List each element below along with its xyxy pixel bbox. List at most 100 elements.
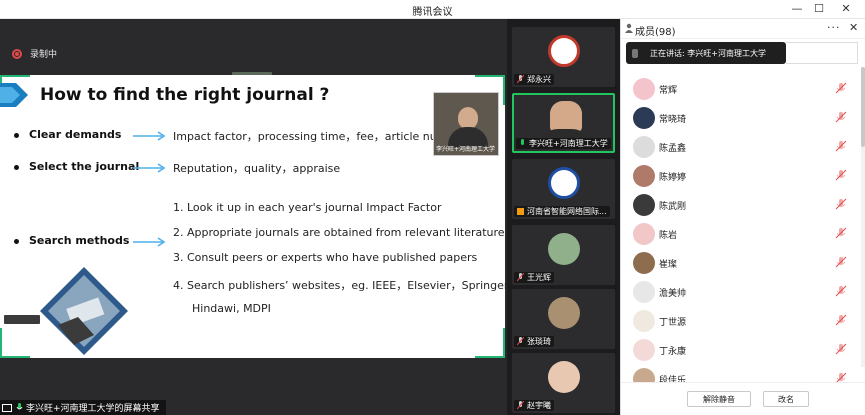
member-row[interactable]: 丁世源 bbox=[621, 307, 865, 335]
avatar bbox=[633, 223, 655, 245]
member-name: 陈孟鑫 bbox=[659, 144, 687, 154]
slide-title: How to find the right journal ? bbox=[40, 85, 330, 105]
member-name: 常晓琦 bbox=[659, 115, 687, 125]
member-name: 陈岩 bbox=[659, 231, 678, 241]
member-row[interactable]: 丁永康 bbox=[621, 336, 865, 364]
members-footer: 解除静音 改名 bbox=[621, 382, 865, 415]
slide-corner bbox=[475, 328, 505, 358]
tile-name: 郑永兴 bbox=[514, 74, 554, 85]
clear-demands-text: Impact factor，processing time，fee，articl… bbox=[173, 130, 466, 143]
mic-muted-icon bbox=[517, 337, 524, 346]
member-name: 丁世源 bbox=[659, 318, 687, 328]
presenter-head bbox=[458, 107, 478, 129]
avatar bbox=[548, 297, 580, 329]
mic-muted-icon[interactable] bbox=[835, 227, 847, 239]
method-item: 2. Appropriate journals are obtained fro… bbox=[173, 226, 505, 239]
video-tile[interactable]: 郑永兴 bbox=[512, 27, 615, 87]
video-tile[interactable]: 张琰琦 bbox=[512, 289, 615, 349]
rename-button[interactable]: 改名 bbox=[763, 391, 809, 407]
avatar bbox=[633, 252, 655, 274]
right-arrow-icon bbox=[133, 131, 166, 141]
bullet-clear-demands: Clear demands bbox=[14, 128, 121, 141]
share-label-text: 李兴旺+河南理工大学的屏幕共享 bbox=[26, 404, 160, 414]
avatar bbox=[633, 78, 655, 100]
member-name: 陈武刚 bbox=[659, 202, 687, 212]
bullet-search-methods: Search methods bbox=[14, 234, 129, 247]
laptop-typing-image bbox=[40, 267, 128, 355]
presenter-video-overlay[interactable]: 李兴旺+河南理工大学 bbox=[433, 92, 499, 156]
title-arrow-icon bbox=[0, 83, 28, 107]
video-tile-active[interactable]: 李兴旺+河南理工大学 bbox=[512, 93, 615, 153]
member-row[interactable]: 陈婷婷 bbox=[621, 162, 865, 190]
speaking-tip-text: 正在讲话: 李兴旺+河南理工大学 bbox=[650, 48, 766, 58]
bullet-select-journal: Select the journal bbox=[14, 160, 139, 173]
slide-corner bbox=[0, 328, 30, 358]
shared-screen-area: 录制中 How to find the right journal ? Clea… bbox=[0, 19, 508, 415]
window-title: 腾讯会议 bbox=[412, 7, 453, 18]
member-row[interactable]: 陈孟鑫 bbox=[621, 133, 865, 161]
member-row[interactable]: 陈岩 bbox=[621, 220, 865, 248]
member-search-input[interactable] bbox=[786, 42, 858, 64]
mic-muted-icon[interactable] bbox=[835, 314, 847, 326]
avatar bbox=[548, 233, 580, 265]
speaker-avatar-icon bbox=[632, 48, 638, 58]
method-item: 1. Look it up in each year's journal Imp… bbox=[173, 201, 442, 214]
screen-share-icon bbox=[2, 403, 12, 412]
mic-muted-icon[interactable] bbox=[835, 198, 847, 210]
meeting-window: 腾讯会议 — ☐ ✕ 录制中 How to find the right jou… bbox=[0, 0, 865, 415]
members-header: 成员(98) ··· ✕ bbox=[621, 19, 865, 39]
member-row[interactable]: 陈武刚 bbox=[621, 191, 865, 219]
mic-muted-icon[interactable] bbox=[835, 169, 847, 181]
mic-muted-icon[interactable] bbox=[835, 140, 847, 152]
mini-window-thumb[interactable] bbox=[4, 315, 40, 324]
close-icon[interactable]: ✕ bbox=[838, 1, 854, 17]
mic-muted-icon[interactable] bbox=[835, 343, 847, 355]
member-name: 丁永康 bbox=[659, 347, 687, 357]
member-row[interactable]: 常晓琦 bbox=[621, 104, 865, 132]
avatar bbox=[548, 167, 580, 199]
close-panel-icon[interactable]: ✕ bbox=[849, 21, 858, 34]
right-arrow-icon bbox=[133, 163, 166, 173]
mic-icon bbox=[16, 403, 23, 410]
unmute-all-button[interactable]: 解除静音 bbox=[687, 391, 751, 407]
right-arrow-icon bbox=[133, 237, 166, 247]
mic-muted-icon[interactable] bbox=[835, 256, 847, 268]
member-row[interactable]: 崔璨 bbox=[621, 249, 865, 277]
video-tile[interactable]: 王光辉 bbox=[512, 225, 615, 285]
avatar bbox=[633, 136, 655, 158]
avatar bbox=[633, 281, 655, 303]
mic-icon bbox=[521, 139, 524, 145]
video-tile[interactable]: 赵宇曦 bbox=[512, 353, 615, 413]
maximize-icon[interactable]: ☐ bbox=[811, 1, 827, 17]
mic-muted-icon[interactable] bbox=[835, 82, 847, 94]
screen-share-label: 李兴旺+河南理工大学的屏幕共享 bbox=[0, 400, 166, 415]
record-icon bbox=[12, 48, 22, 59]
member-name: 崔璨 bbox=[659, 260, 678, 270]
avatar bbox=[633, 310, 655, 332]
member-name: 澹美帅 bbox=[659, 289, 687, 299]
share-icon bbox=[517, 208, 524, 215]
title-bar: 腾讯会议 — ☐ ✕ bbox=[0, 0, 865, 19]
select-journal-text: Reputation，quality，appraise bbox=[173, 162, 341, 175]
video-tile-column: 郑永兴 李兴旺+河南理工大学 河南省智能网络国际... 王光辉 张琰琦 赵宇曦 bbox=[507, 19, 620, 415]
video-tile[interactable]: 河南省智能网络国际... bbox=[512, 159, 615, 219]
presenter-video-label: 李兴旺+河南理工大学 bbox=[436, 146, 496, 153]
recording-indicator: 录制中 bbox=[12, 47, 57, 60]
member-row[interactable]: 澹美帅 bbox=[621, 278, 865, 306]
mic-muted-icon[interactable] bbox=[835, 111, 847, 123]
presentation-slide: How to find the right journal ? Clear de… bbox=[0, 75, 508, 358]
member-name: 陈婷婷 bbox=[659, 173, 687, 183]
method-item: Hindawi, MDPI bbox=[192, 302, 271, 315]
more-icon[interactable]: ··· bbox=[827, 21, 841, 34]
mic-muted-icon[interactable] bbox=[835, 285, 847, 297]
member-row[interactable]: 常辉 bbox=[621, 75, 865, 103]
members-panel: 成员(98) ··· ✕ 正在讲话: 李兴旺+河南理工大学 常辉 常晓琦 陈孟鑫… bbox=[620, 19, 865, 415]
tile-name: 李兴旺+河南理工大学 bbox=[516, 138, 611, 149]
minimize-icon[interactable]: — bbox=[789, 1, 805, 17]
tile-name: 张琰琦 bbox=[514, 336, 554, 347]
avatar bbox=[633, 339, 655, 361]
recording-label: 录制中 bbox=[30, 50, 58, 60]
tile-name: 河南省智能网络国际... bbox=[514, 206, 610, 217]
people-icon bbox=[625, 23, 633, 33]
avatar bbox=[633, 165, 655, 187]
